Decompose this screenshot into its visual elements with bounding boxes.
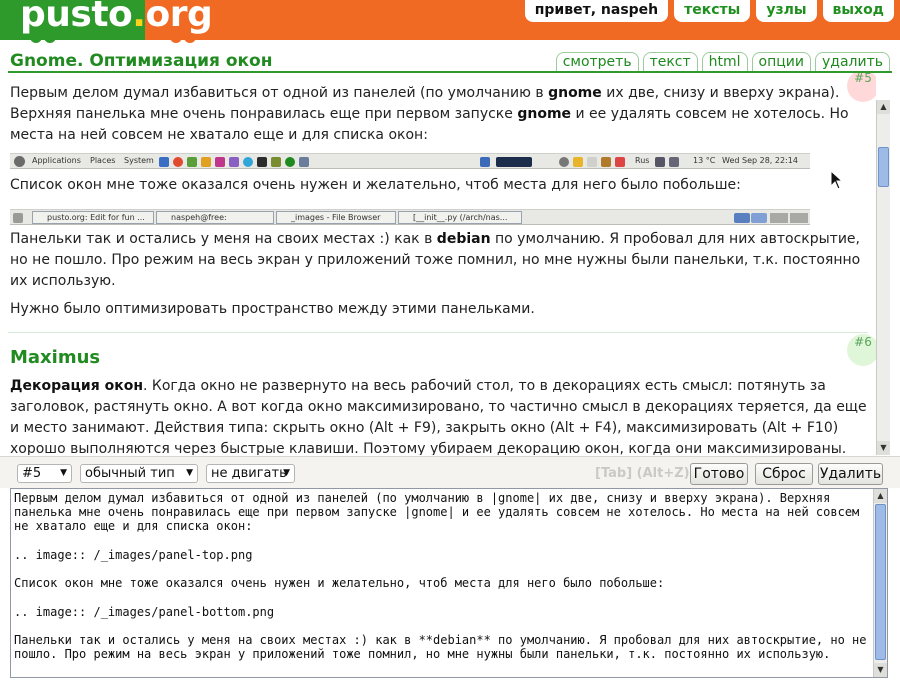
- skype-launcher-icon: [243, 157, 253, 167]
- terminal-launcher-icon: [257, 157, 267, 167]
- tray-icon: [615, 157, 625, 167]
- panel-top-image: Applications Places System Rus 13 °C Wed…: [10, 153, 810, 169]
- workspace-switcher-icon: [751, 213, 767, 223]
- user-greeting-tab[interactable]: привет, naspeh: [524, 0, 669, 22]
- chevron-down-icon: ▼: [283, 468, 290, 478]
- clock-label: Wed Sep 28, 22:14: [722, 156, 798, 165]
- launcher-icon: [285, 157, 295, 167]
- tray-icon: [573, 157, 583, 167]
- site-logo[interactable]: pusto.org: [0, 0, 218, 43]
- applications-menu-label: Applications: [32, 156, 81, 165]
- places-menu-label: Places: [90, 156, 116, 165]
- launcher-icon: [229, 157, 239, 167]
- paragraph: Панельки так и остались у меня на своих …: [10, 231, 861, 289]
- chevron-down-icon: ▼: [186, 468, 193, 478]
- text-tab[interactable]: текст: [642, 52, 698, 71]
- logo-foot-icon: [30, 36, 42, 43]
- launcher-icon: [299, 157, 309, 167]
- editor-toolbar: #5 ▼ обычный тип ▼ не двигать ▼ [Tab] (Alt+…: [0, 456, 900, 488]
- done-button[interactable]: Готово: [690, 463, 748, 485]
- reset-button[interactable]: Сброс: [755, 463, 813, 485]
- top-bar: pusto.org привет, naspeh тексты узлы вых…: [0, 0, 900, 43]
- scroll-up-arrow-icon[interactable]: ▲: [877, 100, 890, 114]
- chrome-launcher-icon: [173, 157, 183, 167]
- move-select[interactable]: не двигать ▼: [206, 464, 295, 483]
- paragraph: Декорация окон. Когда окно не развернуто…: [10, 378, 867, 455]
- scroll-down-arrow-icon[interactable]: ▼: [874, 663, 887, 677]
- taskbar-item: _images - File Browser: [276, 211, 396, 224]
- volume-icon: [559, 157, 569, 167]
- launcher-icon: [201, 157, 211, 167]
- logo-foot-icon: [184, 36, 196, 43]
- options-tab[interactable]: опции: [751, 52, 811, 71]
- launcher-icon: [187, 157, 197, 167]
- tray-icon: [587, 157, 597, 167]
- paragraph: Нужно было оптимизировать пространство м…: [10, 301, 535, 317]
- section-divider: [8, 332, 868, 333]
- temperature-label: 13 °C: [693, 156, 716, 165]
- mouse-cursor-icon: [830, 170, 844, 190]
- taskbar-item: naspeh@free:: [156, 211, 274, 224]
- nav-nodes-tab[interactable]: узлы: [756, 0, 817, 22]
- keyboard-layout-label: Rus: [635, 156, 650, 165]
- doc-actions: смотреть текст html опции удалить: [555, 52, 890, 71]
- scroll-down-arrow-icon[interactable]: ▼: [877, 441, 890, 455]
- signal-icon: [655, 157, 665, 167]
- battery-icon: [669, 157, 679, 167]
- view-tab[interactable]: смотреть: [555, 52, 639, 71]
- system-menu-label: System: [124, 156, 154, 165]
- block-number-badge[interactable]: #6: [847, 334, 876, 366]
- delete-tab[interactable]: удалить: [815, 52, 890, 71]
- block-select[interactable]: #5 ▼: [17, 464, 72, 483]
- terminal-launcher-icon: [159, 157, 169, 167]
- chevron-down-icon: ▼: [60, 468, 67, 478]
- logo-foot-icon: [170, 36, 182, 43]
- network-icon: [480, 157, 490, 167]
- paragraph: Список окон мне тоже оказался очень нуже…: [10, 177, 741, 193]
- panel-bottom-image: pusto.org: Edit for fun ... naspeh@free:…: [10, 209, 810, 225]
- taskbar-item: pusto.org: Edit for fun ...: [32, 211, 154, 224]
- nav-logout-tab[interactable]: выход: [822, 0, 894, 22]
- foot-icon: [14, 156, 25, 167]
- scroll-thumb[interactable]: [875, 504, 886, 660]
- delete-button[interactable]: Удалить: [818, 463, 883, 485]
- logo-text: pusto.org: [20, 0, 213, 35]
- logo-foot-icon: [44, 36, 56, 43]
- workspace-switcher-icon: [770, 213, 788, 223]
- editor-scrollbar[interactable]: ▲ ▼: [873, 489, 887, 677]
- workspace-switcher-icon: [790, 213, 808, 223]
- scroll-thumb[interactable]: [878, 147, 889, 187]
- top-nav: привет, naspeh тексты узлы выход: [524, 0, 894, 22]
- launcher-icon: [271, 157, 281, 167]
- system-monitor-icon: [496, 157, 532, 167]
- article-view: #5 Первым делом думал избавиться от одно…: [0, 73, 876, 455]
- taskbar-item: [__init__.py (/arch/nas...: [398, 211, 522, 224]
- page-title: Gnome. Оптимизация окон: [10, 51, 273, 71]
- nav-texts-tab[interactable]: тексты: [674, 0, 751, 22]
- show-desktop-icon: [13, 213, 23, 223]
- paragraph: Первым делом думал избавиться от одной и…: [10, 85, 849, 143]
- launcher-icon: [215, 157, 225, 167]
- source-text[interactable]: Первым делом думал избавиться от одной и…: [14, 491, 870, 677]
- scroll-up-arrow-icon[interactable]: ▲: [874, 489, 887, 503]
- workspace-switcher-icon: [734, 213, 750, 223]
- source-editor[interactable]: Первым делом думал избавиться от одной и…: [10, 488, 888, 678]
- article-scrollbar[interactable]: ▲ ▼: [876, 100, 890, 455]
- html-tab[interactable]: html: [701, 52, 748, 71]
- type-select[interactable]: обычный тип ▼: [80, 464, 198, 483]
- tray-icon: [601, 157, 611, 167]
- hotkeys-hint: [Tab] (Alt+Z): [595, 466, 690, 481]
- section-heading: Maximus: [10, 347, 101, 368]
